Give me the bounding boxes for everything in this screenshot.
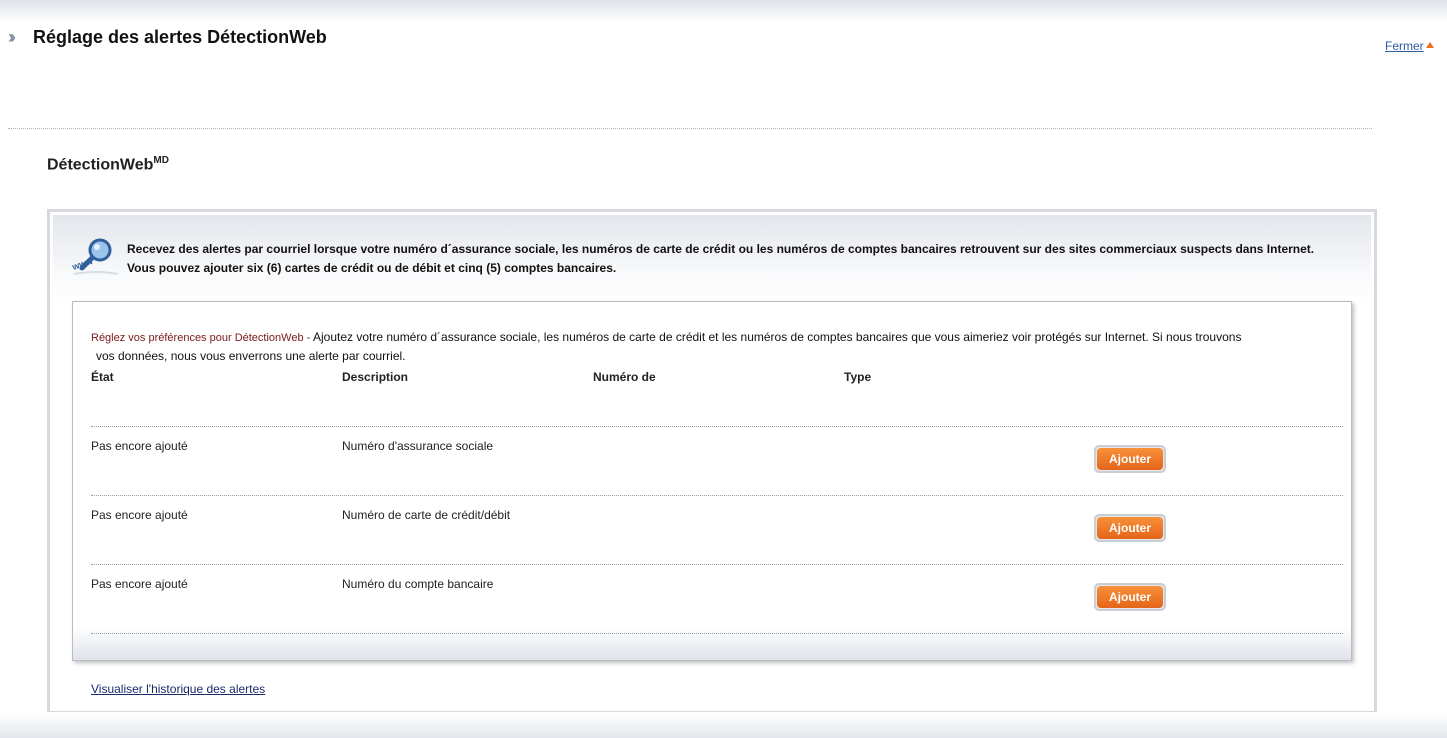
preferences-description: Ajoutez votre numéro d´assurance sociale… — [312, 330, 1242, 344]
add-sin-button-label[interactable]: Ajouter — [1097, 448, 1163, 470]
add-card-button[interactable]: Ajouter — [1094, 514, 1166, 542]
column-header-status: État — [91, 370, 114, 384]
info-line-2: Vous pouvez ajouter six (6) cartes de cr… — [127, 261, 617, 275]
row-1-status: Pas encore ajouté — [91, 439, 188, 453]
page-title: Réglage des alertes DétectionWeb — [33, 27, 327, 47]
column-header-number: Numéro de — [593, 370, 656, 384]
alert-history-link[interactable]: Visualiser l'historique des alertes — [91, 682, 265, 696]
preferences-label: Réglez vos préférences pour DétectionWeb… — [91, 332, 311, 344]
info-line-1: Recevez des alertes par courriel lorsque… — [127, 242, 1315, 256]
bottom-band — [0, 712, 1447, 738]
row-3-description: Numéro du compte bancaire — [342, 577, 494, 591]
double-chevron-icon: ›› — [8, 27, 16, 47]
row-2-description: Numéro de carte de crédit/débit — [342, 508, 511, 522]
header-divider — [8, 128, 1372, 129]
add-card-button-label[interactable]: Ajouter — [1097, 517, 1163, 539]
row-divider — [91, 633, 1343, 634]
section-title-trademark: MD — [153, 155, 169, 166]
preferences-text: Réglez vos préférences pour DétectionWeb… — [91, 328, 1341, 365]
add-bank-account-button[interactable]: Ajouter — [1094, 583, 1166, 611]
row-divider — [91, 564, 1343, 565]
info-text: Recevez des alertes par courriel lorsque… — [127, 240, 1357, 278]
section-title-text: DétectionWeb — [47, 156, 154, 174]
add-sin-button[interactable]: Ajouter — [1094, 445, 1166, 473]
close-link[interactable]: Fermer — [1385, 39, 1424, 53]
row-3-status: Pas encore ajouté — [91, 577, 188, 591]
column-header-type: Type — [844, 370, 872, 384]
row-1-description: Numéro d'assurance sociale — [342, 439, 494, 453]
add-bank-account-button-label[interactable]: Ajouter — [1097, 586, 1163, 608]
column-header-description: Description — [342, 370, 409, 384]
preferences-panel: Réglez vos préférences pour DétectionWeb… — [72, 301, 1352, 661]
section-title: DétectionWebMD — [47, 155, 169, 174]
row-divider — [91, 495, 1343, 496]
row-divider — [91, 426, 1343, 427]
top-band — [0, 0, 1447, 22]
caret-up-icon[interactable] — [1426, 42, 1434, 48]
row-2-status: Pas encore ajouté — [91, 508, 188, 522]
detection-box: www Recevez des alertes par courriel lor… — [47, 209, 1377, 714]
preferences-description-2: vos données, nous vous enverrons une ale… — [96, 349, 406, 363]
magnifier-www-icon: www — [70, 238, 119, 275]
